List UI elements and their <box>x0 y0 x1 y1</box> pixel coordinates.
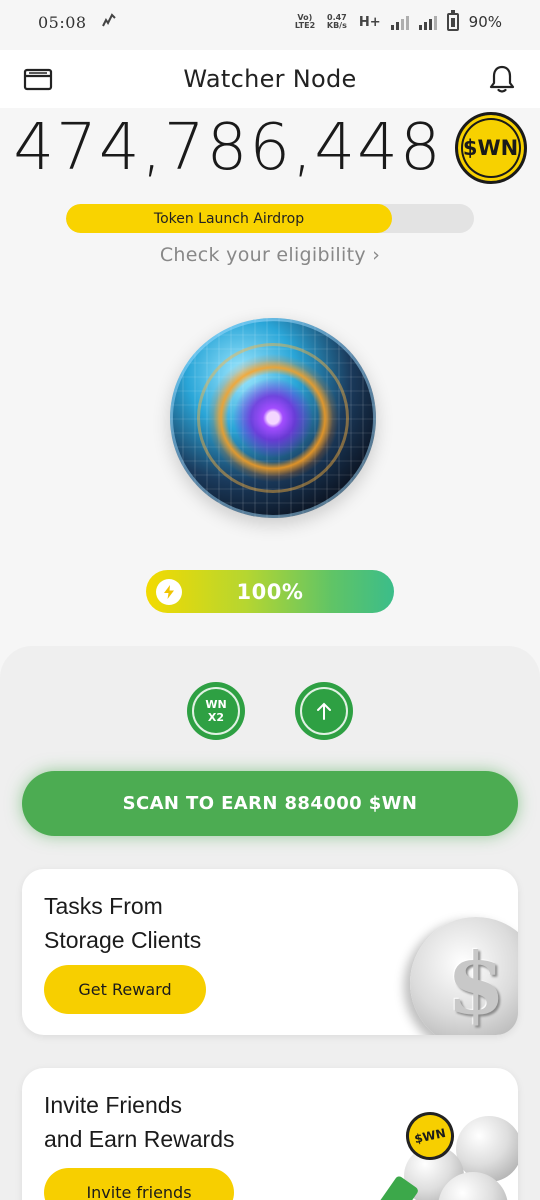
network-type: Vo) LTE2 <box>294 13 316 30</box>
boost-icon: WN X2 <box>192 687 240 735</box>
airdrop-label: Token Launch Airdrop <box>153 210 305 227</box>
token-symbol: $WN <box>462 136 519 160</box>
tasks-title-line2: Storage Clients <box>44 927 202 953</box>
boost-label-top: WN <box>205 698 227 711</box>
status-time: 05:08 <box>38 12 87 32</box>
get-reward-button[interactable]: Get Reward <box>44 965 206 1014</box>
lightning-icon <box>156 579 182 605</box>
boost-x2-button[interactable]: WN X2 <box>187 682 245 740</box>
dollar-coin-icon: $ <box>410 917 518 1035</box>
token-coin-icon: $WN <box>454 112 527 184</box>
boost-label-bottom: X2 <box>207 711 225 724</box>
scan-to-earn-button[interactable]: SCAN TO EARN 884000 $WN <box>22 771 518 836</box>
signal-strength-icon <box>390 14 409 30</box>
network-speed: 0.47 KB/s <box>326 13 347 30</box>
invite-title-line1: Invite Friends <box>44 1092 183 1118</box>
balance-value: 474,786,448 <box>13 111 443 185</box>
invite-card-title: Invite Friends and Earn Rewards <box>44 1088 324 1156</box>
tasks-card-title: Tasks From Storage Clients <box>44 889 324 957</box>
battery-percent: 90% <box>468 13 502 31</box>
status-left: 05:08 <box>38 12 117 32</box>
invite-title-line2: and Earn Rewards <box>44 1126 235 1152</box>
node-orb-ring <box>197 343 349 493</box>
signal-label: H+ <box>358 14 381 30</box>
tasks-card[interactable]: Tasks From Storage Clients Get Reward $ <box>22 869 518 1035</box>
arrow-up-icon <box>300 687 348 735</box>
bell-icon[interactable] <box>486 63 518 95</box>
energy-bar: 100% <box>146 570 394 613</box>
invite-coin-label: $WN <box>413 1125 447 1147</box>
status-right: Vo) LTE2 0.47 KB/s H+ 90% <box>294 10 502 31</box>
battery-icon <box>446 10 459 31</box>
check-eligibility-link[interactable]: Check your eligibility › <box>0 244 540 266</box>
wallet-icon[interactable] <box>22 63 54 95</box>
energy-value: 100% <box>236 579 304 604</box>
page-title: Watcher Node <box>183 65 357 93</box>
tasks-title-line1: Tasks From <box>44 893 163 919</box>
status-bar: 05:08 Vo) LTE2 0.47 KB/s H+ 90% <box>0 0 540 44</box>
signal-strength-icon-2 <box>418 14 437 30</box>
balance-row: 474,786,448 $WN <box>0 108 540 188</box>
invite-friends-button[interactable]: Invite friends <box>44 1168 234 1200</box>
invite-card[interactable]: Invite Friends and Earn Rewards Invite f… <box>22 1068 518 1200</box>
data-activity-icon <box>101 12 117 32</box>
app-header: Watcher Node <box>0 50 540 108</box>
upgrade-button[interactable] <box>295 682 353 740</box>
